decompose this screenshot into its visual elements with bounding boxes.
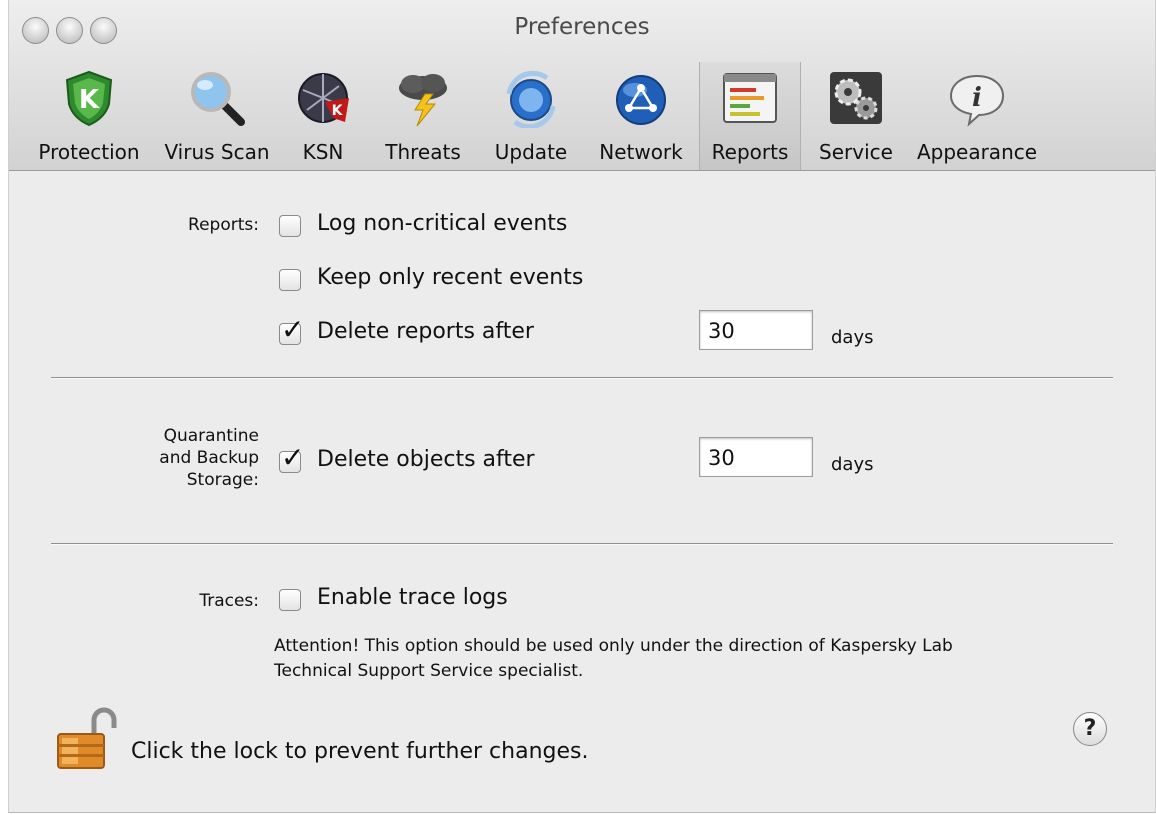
- trace-warning-line: Attention! This option should be used on…: [274, 636, 953, 656]
- toolbar-label-protection: Protection: [38, 140, 140, 164]
- reports-section-label: Reports:: [188, 215, 259, 235]
- service-gears-icon: [830, 72, 882, 124]
- toolbar-label-threats: Threats: [385, 140, 461, 164]
- storm-cloud-icon: [399, 74, 447, 127]
- window-title: Preferences: [514, 14, 650, 40]
- magnifier-icon: [191, 72, 245, 126]
- toolbar-item-network[interactable]: Network: [589, 62, 693, 170]
- svg-text:i: i: [972, 83, 982, 113]
- keep-recent-checkbox[interactable]: [279, 269, 301, 291]
- preferences-window: Preferences K Protection Virus Scan K KS…: [8, 0, 1156, 813]
- protection-shield-icon: K: [65, 70, 113, 127]
- delete-reports-checkbox[interactable]: ✓: [279, 316, 304, 345]
- toolbar-item-reports[interactable]: Reports: [699, 62, 801, 170]
- toolbar-item-service[interactable]: Service: [811, 62, 901, 170]
- toolbar-label-service: Service: [819, 140, 893, 164]
- traces-section-label: Traces:: [199, 591, 259, 611]
- delete-objects-checkbox[interactable]: ✓: [279, 444, 304, 473]
- svg-text:K: K: [79, 85, 100, 115]
- delete-objects-days-input[interactable]: 30: [699, 437, 813, 477]
- update-globe-icon: [506, 70, 556, 128]
- keep-recent-label: Keep only recent events: [317, 265, 584, 290]
- toolbar-label-reports: Reports: [711, 140, 789, 164]
- enable-trace-logs-checkbox[interactable]: [279, 589, 301, 611]
- log-noncritical-label: Log non-critical events: [317, 211, 568, 236]
- title-bar: Preferences K Protection Virus Scan K KS…: [9, 0, 1155, 171]
- quarantine-label-line: Quarantine: [163, 426, 259, 446]
- toolbar-item-update[interactable]: Update: [483, 62, 579, 170]
- delete-objects-label: Delete objects after: [317, 447, 535, 472]
- enable-trace-logs-label: Enable trace logs: [317, 585, 508, 610]
- trace-warning-note: Attention! This option should be used on…: [274, 634, 1124, 684]
- lock-icon[interactable]: [54, 706, 118, 772]
- toolbar-label-network: Network: [599, 140, 683, 164]
- lock-status-text: Click the lock to prevent further change…: [131, 739, 589, 764]
- checkmark-icon: ✓: [281, 441, 305, 474]
- log-noncritical-checkbox[interactable]: [279, 215, 301, 237]
- section-divider: [51, 543, 1113, 545]
- toolbar-label-update: Update: [494, 140, 568, 164]
- quarantine-label-line: and Backup: [159, 448, 259, 468]
- toolbar-item-threats[interactable]: Threats: [373, 62, 473, 170]
- quarantine-label-line: Storage:: [186, 470, 259, 490]
- delete-reports-label: Delete reports after: [317, 319, 534, 344]
- quarantine-section-label: Quarantine and Backup Storage:: [99, 425, 259, 491]
- toolbar-item-protection[interactable]: K Protection: [23, 62, 155, 170]
- network-icon: [616, 75, 666, 125]
- help-button[interactable]: ?: [1073, 712, 1107, 746]
- toolbar-item-ksn[interactable]: K KSN: [287, 62, 359, 170]
- delete-objects-days-unit: days: [831, 454, 874, 475]
- svg-text:K: K: [332, 103, 344, 119]
- toolbar-label-virus-scan: Virus Scan: [164, 140, 270, 164]
- ksn-globe-icon: K: [298, 73, 349, 123]
- toolbar-label-appearance: Appearance: [916, 140, 1038, 164]
- info-bubble-icon: i: [949, 74, 1005, 127]
- trace-warning-line: Technical Support Service specialist.: [274, 661, 584, 681]
- delete-reports-days-input[interactable]: 30: [699, 310, 813, 350]
- toolbar-item-virus-scan[interactable]: Virus Scan: [157, 62, 277, 170]
- delete-reports-days-unit: days: [831, 327, 874, 348]
- toolbar-label-ksn: KSN: [302, 140, 344, 164]
- checkmark-icon: ✓: [281, 313, 305, 346]
- toolbar-item-appearance[interactable]: i Appearance: [907, 62, 1047, 170]
- section-divider: [51, 377, 1113, 379]
- reports-icon: [723, 73, 777, 123]
